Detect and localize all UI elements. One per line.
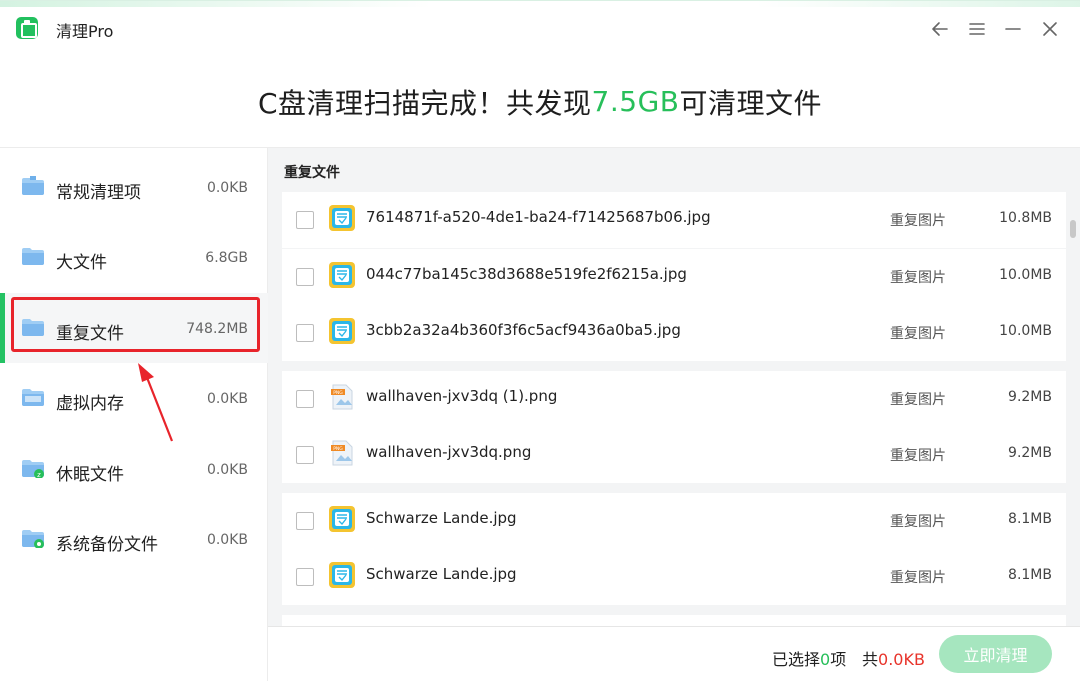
file-list-panel: 重复文件 7614871f-a520-4de1-ba24-f71425687b0… — [268, 148, 1080, 626]
svg-text:PNG: PNG — [333, 446, 343, 452]
selected-suffix: 项 — [830, 650, 847, 669]
folder-icon — [22, 248, 44, 265]
duplicate-group: Schwarze Lande.jpg 重复图片 8.1MB Schwarze Land… — [282, 493, 1066, 605]
sidebar-item-1[interactable]: 大文件 6.8GB — [0, 222, 268, 292]
file-select-checkbox[interactable] — [296, 324, 314, 342]
sidebar-item-5[interactable]: 系统备份文件 0.0KB — [0, 504, 268, 574]
file-size: 10.0MB — [999, 323, 1052, 339]
title-bar: 清理Pro — [0, 0, 1080, 56]
file-select-checkbox[interactable] — [296, 568, 314, 586]
gear-folder-icon — [22, 530, 44, 548]
sidebar-item-size: 0.0KB — [206, 532, 248, 548]
sidebar-item-size: 0.0KB — [206, 462, 248, 478]
close-icon[interactable] — [1036, 15, 1064, 43]
file-name: 3cbb2a32a4b360f3f6c5acf9436a0ba5.jpg — [366, 321, 681, 339]
scan-result-headline: C盘清理扫描完成！共发现 7.5GB 可清理文件 — [0, 56, 1080, 148]
sidebar-item-label: 大文件 — [56, 253, 107, 273]
file-name: 7614871f-a520-4de1-ba24-f71425687b06.jpg — [366, 208, 711, 226]
file-row[interactable]: PNG wallhaven-jxv3dq (1).png 重复图片 9.2MB — [282, 371, 1066, 427]
file-size: 8.1MB — [1008, 567, 1052, 583]
file-size: 9.2MB — [1008, 445, 1052, 461]
file-name: Schwarze Lande.jpg — [366, 509, 517, 527]
file-type: 重复图片 — [890, 213, 946, 229]
file-row[interactable]: 044c77ba145c38d3688e519fe2f6215a.jpg 重复图片… — [282, 249, 1066, 305]
file-row[interactable]: 3cbb2a32a4b360f3f6c5acf9436a0ba5.jpg 重复图片… — [282, 305, 1066, 361]
file-name: Schwarze Lande.jpg — [366, 565, 517, 583]
bottom-action-bar: 已选择0项 共0.0KB 立即清理 — [268, 626, 1080, 681]
total-prefix: 共 — [862, 650, 879, 669]
app-title: 清理Pro — [56, 22, 114, 41]
file-size: 9.2MB — [1008, 389, 1052, 405]
file-row[interactable]: Schwarze Lande.jpg 重复图片 8.1MB — [282, 549, 1066, 605]
selected-summary: 已选择0项 — [772, 646, 846, 670]
sidebar-item-label: 虚拟内存 — [56, 394, 124, 414]
file-row[interactable]: PNG wallhaven-jxv3dq.png 重复图片 9.2MB — [282, 427, 1066, 483]
selected-count: 0 — [820, 650, 831, 669]
headline-prefix: C盘清理扫描完成！共发现 — [257, 86, 592, 120]
file-row[interactable] — [282, 615, 1066, 626]
scrollbar-thumb[interactable] — [1070, 220, 1076, 238]
jpg-image-icon — [329, 262, 355, 288]
back-icon[interactable] — [926, 15, 954, 43]
duplicate-group: PNG wallhaven-jxv3dq (1).png 重复图片 9.2MB PNG w… — [282, 371, 1066, 483]
jpg-image-icon — [329, 205, 355, 231]
file-size: 8.1MB — [1008, 511, 1052, 527]
duplicate-group: 044c77ba145c38d3688e519fe2f6215a.jpg 重复图片… — [282, 249, 1066, 361]
svg-text:z: z — [37, 471, 41, 478]
sidebar-item-size: 0.0KB — [206, 391, 248, 407]
headline-total-size: 7.5GB — [591, 85, 680, 118]
broom-folder-icon — [22, 176, 44, 195]
selected-prefix: 已选择 — [772, 650, 821, 669]
file-name: 044c77ba145c38d3688e519fe2f6215a.jpg — [366, 265, 687, 283]
total-summary: 共0.0KB — [862, 646, 925, 670]
file-name: wallhaven-jxv3dq.png — [366, 443, 532, 461]
file-select-checkbox[interactable] — [296, 512, 314, 530]
file-size: 10.8MB — [999, 210, 1052, 226]
sidebar-item-size: 6.8GB — [205, 250, 248, 266]
file-name: wallhaven-jxv3dq (1).png — [366, 387, 558, 405]
png-image-icon: PNG — [331, 384, 353, 410]
file-type: 重复图片 — [890, 448, 946, 464]
file-row[interactable]: 7614871f-a520-4de1-ba24-f71425687b06.jpg… — [282, 192, 1066, 248]
svg-text:PNG: PNG — [333, 390, 343, 396]
duplicate-group: 7614871f-a520-4de1-ba24-f71425687b06.jpg… — [282, 192, 1066, 248]
jpg-image-icon — [329, 562, 355, 588]
sidebar-item-0[interactable]: 常规清理项 0.0KB — [0, 152, 268, 222]
file-type: 重复图片 — [890, 270, 946, 286]
jpg-image-icon — [329, 318, 355, 344]
total-selected-size: 0.0KB — [878, 650, 925, 669]
sleep-folder-icon: z — [22, 460, 44, 478]
file-type: 重复图片 — [890, 514, 946, 530]
headline-suffix: 可清理文件 — [679, 86, 822, 120]
sidebar-item-size: 0.0KB — [206, 180, 248, 196]
memory-folder-icon — [22, 389, 44, 406]
annotation-highlight-box — [11, 297, 260, 352]
app-logo-icon — [16, 17, 38, 39]
clean-now-button[interactable]: 立即清理 — [939, 635, 1052, 673]
png-image-icon: PNG — [331, 440, 353, 466]
section-title: 重复文件 — [284, 165, 340, 181]
annotation-arrow-icon — [138, 363, 174, 442]
sidebar-item-label: 系统备份文件 — [56, 535, 158, 555]
file-select-checkbox[interactable] — [296, 390, 314, 408]
minimize-icon[interactable] — [999, 15, 1027, 43]
file-type: 重复图片 — [890, 326, 946, 342]
file-select-checkbox[interactable] — [296, 211, 314, 229]
menu-icon[interactable] — [963, 15, 991, 43]
file-row[interactable]: Schwarze Lande.jpg 重复图片 8.1MB — [282, 493, 1066, 549]
sidebar-item-label: 常规清理项 — [56, 183, 141, 203]
file-select-checkbox[interactable] — [296, 446, 314, 464]
sidebar-item-label: 休眠文件 — [56, 465, 124, 485]
file-type: 重复图片 — [890, 570, 946, 586]
jpg-image-icon — [329, 506, 355, 532]
file-type: 重复图片 — [890, 392, 946, 408]
file-select-checkbox[interactable] — [296, 268, 314, 286]
file-size: 10.0MB — [999, 267, 1052, 283]
duplicate-group — [282, 615, 1066, 626]
title-bar-glow — [0, 1, 1080, 7]
